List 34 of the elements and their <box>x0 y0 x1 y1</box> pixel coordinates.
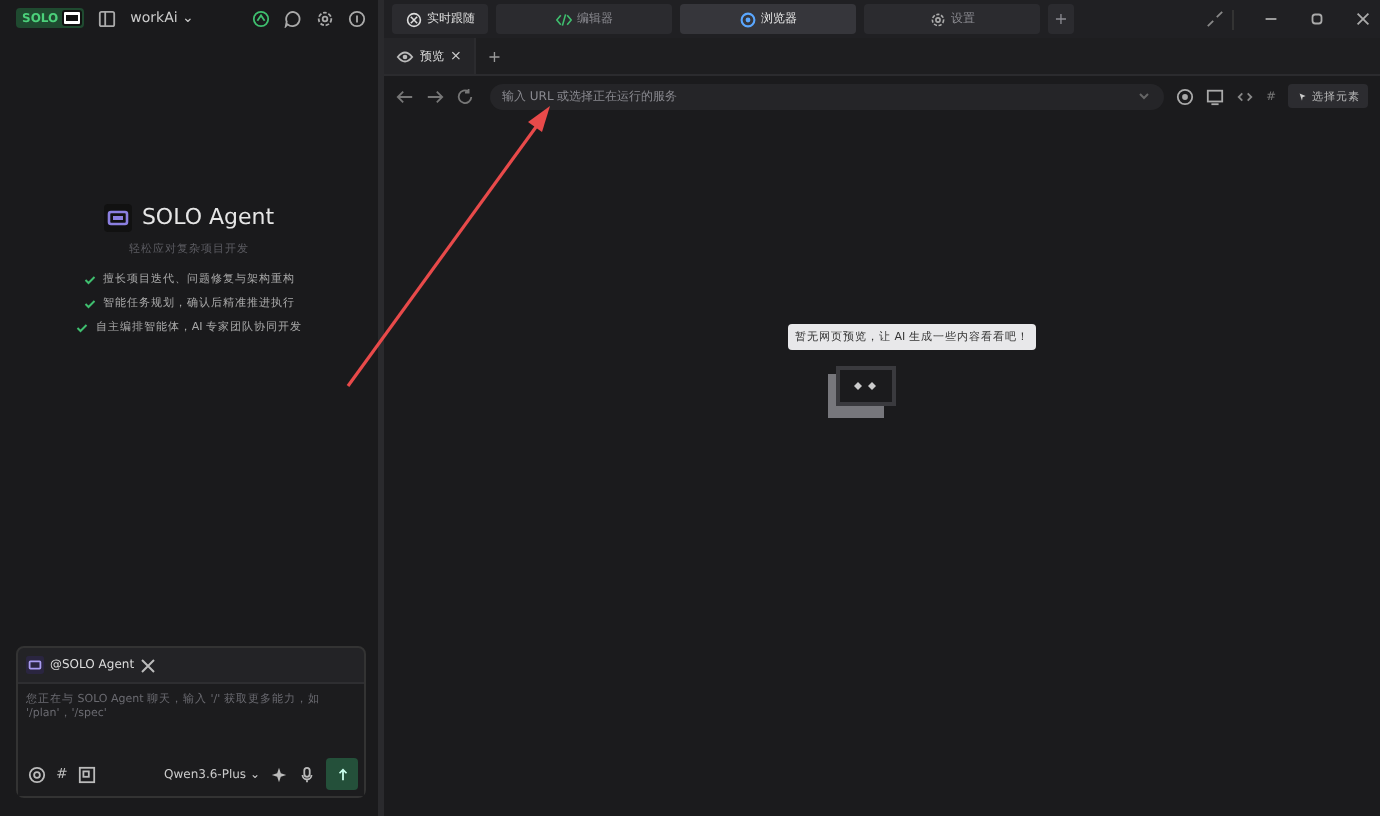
send-button[interactable] <box>326 758 358 790</box>
agent-icon <box>103 203 132 231</box>
restore-icon[interactable] <box>1308 10 1326 28</box>
info-icon[interactable] <box>348 9 366 27</box>
code-icon[interactable] <box>1235 87 1254 105</box>
empty-preview-icon <box>828 366 896 418</box>
mention-icon[interactable] <box>28 765 46 783</box>
code-icon <box>555 11 571 27</box>
sidebar-icon[interactable] <box>98 9 117 27</box>
follow-icon <box>405 11 421 27</box>
sparkle-icon[interactable] <box>270 765 288 783</box>
add-tab-button[interactable]: + <box>1048 4 1074 34</box>
agent-icon <box>62 10 83 26</box>
agent-title: SOLO Agent <box>141 204 275 230</box>
status-icon[interactable] <box>252 9 270 27</box>
pointer-icon <box>1296 90 1308 102</box>
settings-icon <box>929 11 945 27</box>
chat-icon[interactable] <box>284 9 302 27</box>
image-icon[interactable] <box>77 765 96 783</box>
target-icon[interactable] <box>1175 87 1194 105</box>
back-icon[interactable] <box>396 87 414 105</box>
refresh-icon[interactable] <box>456 87 474 105</box>
microphone-icon[interactable] <box>298 765 316 783</box>
close-icon[interactable] <box>1354 10 1372 28</box>
forward-icon[interactable] <box>426 87 444 105</box>
chevron-down-icon[interactable] <box>1135 88 1152 104</box>
device-icon[interactable] <box>1205 87 1224 105</box>
settings-icon[interactable] <box>316 9 334 27</box>
collapse-icon[interactable] <box>1206 10 1224 28</box>
agent-icon <box>26 656 44 674</box>
compass-icon <box>739 11 755 27</box>
arrow-up-icon <box>335 767 349 781</box>
eye-icon <box>396 47 414 65</box>
add-tab-button[interactable]: + <box>487 47 502 65</box>
